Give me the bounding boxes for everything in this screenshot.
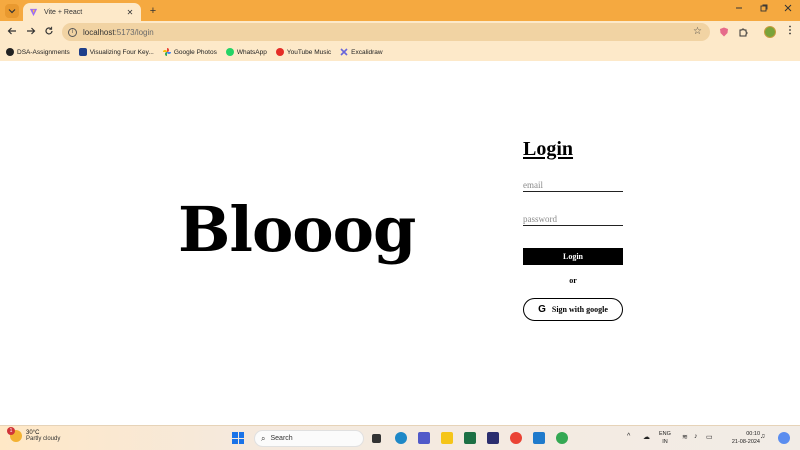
notification-badge: 1	[7, 427, 15, 435]
reload-button[interactable]	[43, 26, 55, 39]
address-bar[interactable]: i localhost:5173/login ☆	[62, 23, 710, 41]
sign-with-google-button[interactable]: G Sign with google	[523, 298, 623, 321]
intellij-icon[interactable]	[487, 432, 499, 444]
brand-logo-text: Blooog	[178, 193, 416, 266]
back-button[interactable]	[6, 26, 18, 39]
bookmark-visualizing-four-key[interactable]: Visualizing Four Key...	[78, 48, 154, 56]
minimize-button[interactable]	[729, 4, 749, 14]
language-indicator[interactable]: ENG IN	[659, 430, 671, 446]
cloud-icon[interactable]: ☁	[643, 433, 650, 441]
minimize-icon	[736, 7, 742, 9]
google-icon: G	[538, 304, 546, 315]
page-content: Blooog Login Login or G Sign with google	[0, 61, 800, 425]
vscode-icon[interactable]	[533, 432, 545, 444]
kebab-menu-icon	[789, 25, 791, 35]
bookmark-excalidraw[interactable]: Excalidraw	[340, 48, 383, 56]
email-field[interactable]	[523, 179, 623, 192]
excalidraw-icon	[340, 48, 348, 56]
tab-search-button[interactable]	[5, 4, 19, 18]
wifi-icon[interactable]: ≋	[682, 433, 688, 441]
chrome-profile-icon[interactable]	[556, 432, 568, 444]
tab-strip: Vite + React ✕ +	[0, 0, 800, 21]
chevron-down-icon	[8, 9, 16, 14]
taskbar-search-label: Search	[270, 435, 293, 442]
bookmark-google-photos[interactable]: Google Photos	[162, 48, 217, 56]
taskbar: 1 30°C Partly cloudy ⌕ Search ^ ☁ ENG IN…	[0, 425, 800, 450]
close-icon	[784, 4, 792, 12]
browser-tab[interactable]: Vite + React ✕	[23, 3, 141, 21]
partly-cloudy-icon: 1	[7, 427, 22, 442]
chrome-icon[interactable]	[510, 432, 522, 444]
extension-shield-icon[interactable]	[719, 27, 729, 37]
battery-icon[interactable]: ▭	[706, 433, 713, 441]
teams-icon[interactable]	[418, 432, 430, 444]
browser-menu-button[interactable]	[786, 25, 794, 38]
browser-toolbar: i localhost:5173/login ☆	[0, 21, 800, 43]
task-view-icon[interactable]	[372, 434, 381, 443]
login-button[interactable]: Login	[523, 248, 623, 265]
file-explorer-icon[interactable]	[441, 432, 453, 444]
search-icon: ⌕	[261, 433, 266, 443]
profile-avatar[interactable]	[764, 26, 776, 38]
restore-icon	[760, 4, 768, 12]
edge-icon[interactable]	[395, 432, 407, 444]
chevron-up-icon[interactable]: ^	[627, 433, 630, 440]
system-clock[interactable]: 00:10 21-08-2024	[724, 430, 760, 446]
password-field[interactable]	[523, 213, 623, 226]
forward-button[interactable]	[25, 26, 37, 39]
bookmark-star-icon[interactable]: ☆	[693, 26, 702, 37]
bookmarks-bar: DSA-Assignments Visualizing Four Key... …	[0, 43, 800, 61]
speaker-icon[interactable]: ♪	[694, 433, 698, 440]
bookmark-youtube-music[interactable]: YouTube Music	[275, 48, 331, 56]
excel-icon[interactable]	[464, 432, 476, 444]
restore-button[interactable]	[754, 4, 774, 14]
youtube-music-icon	[275, 48, 284, 56]
url-text: localhost:5173/login	[83, 27, 154, 37]
tab-close-icon[interactable]: ✕	[125, 8, 135, 17]
weather-widget[interactable]: 1 30°C Partly cloudy	[7, 427, 61, 442]
copilot-icon[interactable]	[778, 432, 790, 444]
site-info-icon[interactable]: i	[68, 27, 77, 37]
tab-title: Vite + React	[44, 8, 83, 16]
vite-icon	[29, 8, 38, 16]
ja-icon	[78, 48, 87, 56]
weather-condition: Partly cloudy	[26, 436, 61, 442]
reload-icon	[45, 26, 53, 35]
close-window-button[interactable]	[778, 4, 798, 14]
google-button-label: Sign with google	[551, 305, 608, 314]
taskbar-search[interactable]: ⌕ Search	[254, 430, 364, 447]
github-icon	[6, 48, 14, 56]
login-title: Login	[523, 138, 574, 160]
puzzle-icon[interactable]	[738, 27, 748, 37]
whatsapp-icon	[225, 48, 234, 56]
new-tab-button[interactable]: +	[147, 4, 159, 18]
bookmark-whatsapp[interactable]: WhatsApp	[225, 48, 267, 56]
bell-icon[interactable]: ♫	[760, 433, 765, 440]
google-photos-icon	[162, 48, 171, 56]
or-separator: or	[569, 276, 577, 285]
windows-start-icon[interactable]	[232, 432, 244, 444]
arrow-left-icon	[7, 27, 16, 35]
arrow-right-icon	[27, 27, 36, 35]
bookmark-dsa-assignments[interactable]: DSA-Assignments	[6, 48, 70, 56]
